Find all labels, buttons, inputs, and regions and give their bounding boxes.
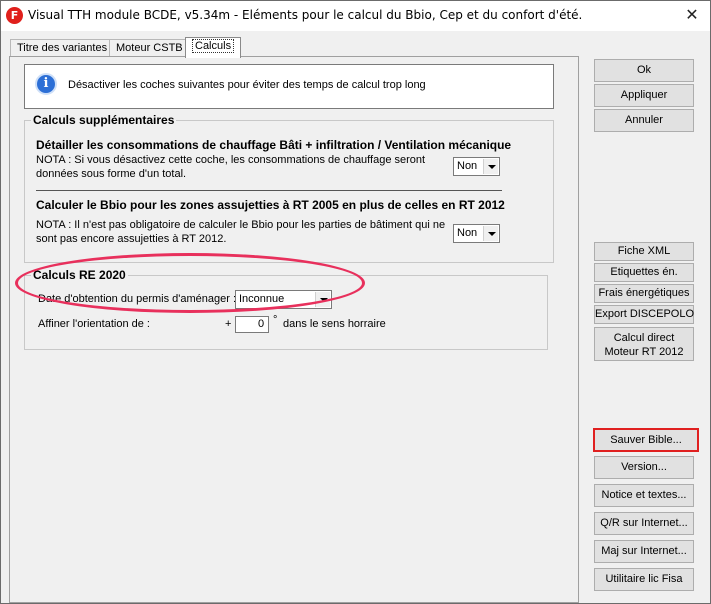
calculs-re2020-group: Calculs RE 2020 Date d'obtention du perm… bbox=[24, 268, 548, 350]
degree-symbol: ° bbox=[273, 314, 278, 326]
permis-label: Date d'obtention du permis d'aménager : bbox=[38, 293, 237, 305]
calculs-supplementaires-group: Calculs supplémentaires Détailler les co… bbox=[24, 113, 554, 263]
bbio-rt2005-heading: Calculer le Bbio pour les zones assujett… bbox=[36, 198, 505, 212]
tab-calculs[interactable]: Calculs bbox=[185, 37, 242, 58]
ok-button[interactable]: Ok bbox=[594, 59, 694, 82]
tab-panel-calculs: i Désactiver les coches suivantes pour é… bbox=[9, 56, 579, 603]
info-text: Désactiver les coches suivantes pour évi… bbox=[68, 79, 426, 91]
sauver-bible-button[interactable]: Sauver Bible... bbox=[593, 428, 699, 452]
annuler-button[interactable]: Annuler bbox=[594, 109, 694, 132]
group-legend: Calculs supplémentaires bbox=[31, 113, 177, 127]
version-button[interactable]: Version... bbox=[594, 456, 694, 479]
notice-textes-button[interactable]: Notice et textes... bbox=[594, 484, 694, 507]
group-legend: Calculs RE 2020 bbox=[31, 268, 128, 282]
heating-detail-select[interactable]: Non bbox=[453, 157, 500, 176]
chevron-down-icon bbox=[483, 159, 498, 174]
info-icon: i bbox=[35, 73, 57, 95]
bbio-rt2005-nota: NOTA : Il n'est pas obligatoire de calcu… bbox=[36, 219, 446, 245]
tab-titre-des-variantes[interactable]: Titre des variantes bbox=[10, 39, 115, 57]
heating-detail-nota: NOTA : Si vous désactivez cette coche, l… bbox=[36, 154, 426, 180]
orientation-suffix: dans le sens horraire bbox=[283, 318, 386, 330]
permis-select[interactable]: Inconnue bbox=[235, 290, 332, 309]
info-box: i Désactiver les coches suivantes pour é… bbox=[24, 64, 554, 109]
export-discepolo-button[interactable]: Export DISCEPOLO bbox=[594, 305, 694, 324]
orientation-sign: + bbox=[225, 318, 232, 330]
title-bar: F Visual TTH module BCDE, v5.34m - Eléme… bbox=[1, 1, 710, 31]
separator-line bbox=[36, 190, 502, 191]
fiche-xml-button[interactable]: Fiche XML bbox=[594, 242, 694, 261]
bbio-rt2005-select[interactable]: Non bbox=[453, 224, 500, 243]
tab-moteur-cstb[interactable]: Moteur CSTB bbox=[109, 39, 190, 57]
orientation-input[interactable]: 0 bbox=[235, 316, 269, 333]
appliquer-button[interactable]: Appliquer bbox=[594, 84, 694, 107]
close-button[interactable]: ✕ bbox=[682, 6, 702, 26]
qr-internet-button[interactable]: Q/R sur Internet... bbox=[594, 512, 694, 535]
dialog-window: F Visual TTH module BCDE, v5.34m - Eléme… bbox=[0, 0, 711, 604]
chevron-down-icon bbox=[483, 226, 498, 241]
utilitaire-lic-fisa-button[interactable]: Utilitaire lic Fisa bbox=[594, 568, 694, 591]
chevron-down-icon bbox=[315, 292, 330, 307]
maj-internet-button[interactable]: Maj sur Internet... bbox=[594, 540, 694, 563]
orientation-label: Affiner l'orientation de : bbox=[38, 318, 150, 330]
window-title: Visual TTH module BCDE, v5.34m - Elément… bbox=[28, 8, 583, 22]
calcul-direct-button[interactable]: Calcul direct Moteur RT 2012 bbox=[594, 327, 694, 361]
etiquettes-button[interactable]: Etiquettes én. bbox=[594, 263, 694, 282]
app-icon: F bbox=[6, 7, 23, 24]
heating-detail-heading: Détailler les consommations de chauffage… bbox=[36, 138, 512, 152]
frais-energetiques-button[interactable]: Frais énergétiques bbox=[594, 284, 694, 303]
